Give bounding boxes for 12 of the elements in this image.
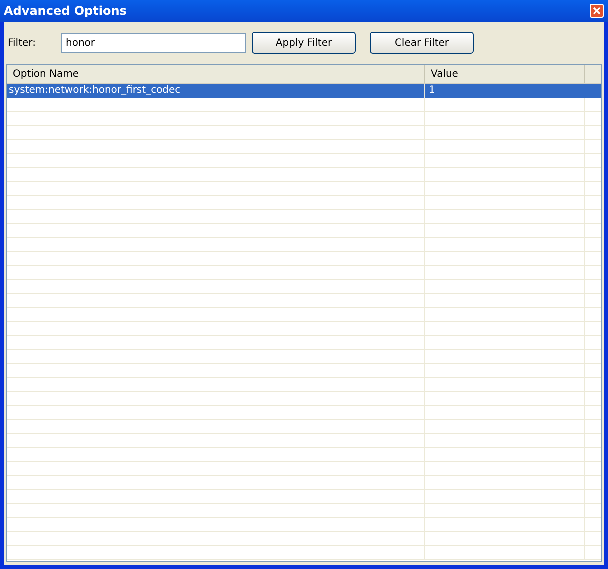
column-header[interactable]: Value [425, 65, 585, 83]
filter-button[interactable]: Apply Filter [252, 32, 356, 54]
table-row[interactable]: system:network:honor_first_codec 1 [7, 84, 601, 98]
column-header[interactable]: Option Name [7, 65, 425, 83]
close-button[interactable] [590, 4, 604, 18]
window-title: Advanced Options [4, 3, 127, 20]
table-cell: system:network:honor_first_codec [7, 84, 425, 98]
close-icon [593, 7, 601, 15]
filter-label: Filter: [8, 36, 37, 50]
filter-field[interactable]: honor [61, 33, 246, 53]
filter-button[interactable]: Clear Filter [370, 32, 474, 54]
table-cell-text: 1 [428, 84, 436, 98]
